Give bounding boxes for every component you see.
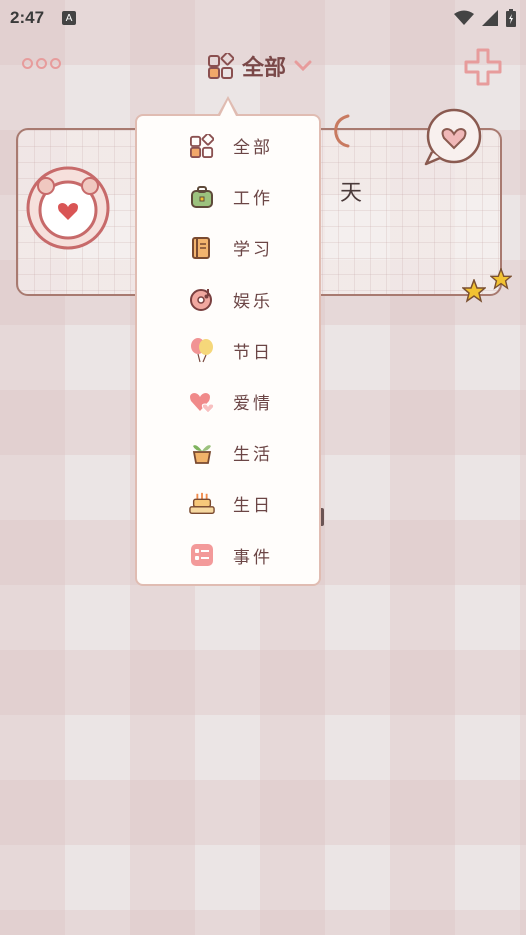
birthday-cake-icon <box>189 491 215 517</box>
menu-item-label: 事件 <box>233 547 273 568</box>
menu-item-label: 学习 <box>233 240 273 261</box>
menu-item-love[interactable]: 爱情 <box>137 376 319 427</box>
potted-plant-icon <box>189 440 215 466</box>
category-selector[interactable]: 全部 <box>208 50 312 82</box>
balloons-icon <box>189 337 215 363</box>
dot-icon <box>22 58 33 69</box>
menu-item-holiday[interactable]: 节日 <box>137 325 319 376</box>
menu-item-label: 节日 <box>233 342 273 363</box>
music-disc-icon <box>189 286 215 312</box>
menu-item-event[interactable]: 事件 <box>137 530 319 581</box>
menu-item-all[interactable]: 全部 <box>137 120 319 171</box>
menu-item-label: 全部 <box>233 138 273 159</box>
menu-item-birthday[interactable]: 生日 <box>137 478 319 529</box>
menu-item-label: 工作 <box>233 189 273 210</box>
book-icon <box>189 235 215 261</box>
star-icon <box>462 279 486 303</box>
dot-icon <box>50 58 61 69</box>
heart-speech-bubble-icon <box>424 108 482 166</box>
dropdown-pointer-fill <box>220 100 236 116</box>
status-bar: 2:47 A <box>0 0 526 36</box>
menu-item-entertainment[interactable]: 娱乐 <box>137 274 319 325</box>
alarm-clock-icon <box>26 166 110 250</box>
category-title: 全部 <box>242 56 287 81</box>
menu-item-life[interactable]: 生活 <box>137 427 319 478</box>
menu-item-study[interactable]: 学习 <box>137 222 319 273</box>
card-day-text: 天 <box>340 181 363 206</box>
menu-item-label: 娱乐 <box>233 291 273 312</box>
event-card-icon <box>189 542 215 568</box>
battery-icon <box>506 9 516 27</box>
grid-categories-icon <box>208 53 234 79</box>
top-bar: 全部 <box>0 44 526 88</box>
menu-item-label: 生日 <box>233 496 273 517</box>
menu-item-work[interactable]: 工作 <box>137 171 319 222</box>
star-icon <box>490 268 512 290</box>
category-dropdown: 全部 工作 学习 娱乐 节日 爱情 生活 生日 事件 <box>135 114 321 586</box>
signal-icon <box>482 10 498 26</box>
notification-badge-icon: A <box>62 11 77 25</box>
dot-icon <box>36 58 47 69</box>
status-icons <box>454 9 516 27</box>
briefcase-icon <box>189 184 215 210</box>
hearts-icon <box>189 389 215 415</box>
menu-item-label: 爱情 <box>233 394 273 415</box>
chevron-down-icon <box>294 60 312 72</box>
grid-categories-icon <box>189 133 215 159</box>
wifi-icon <box>454 10 474 25</box>
add-button[interactable] <box>464 48 502 86</box>
hook-decoration-icon <box>334 114 350 148</box>
more-options-button[interactable] <box>22 58 61 69</box>
status-time: 2:47 <box>10 8 45 27</box>
menu-item-label: 生活 <box>233 445 273 466</box>
